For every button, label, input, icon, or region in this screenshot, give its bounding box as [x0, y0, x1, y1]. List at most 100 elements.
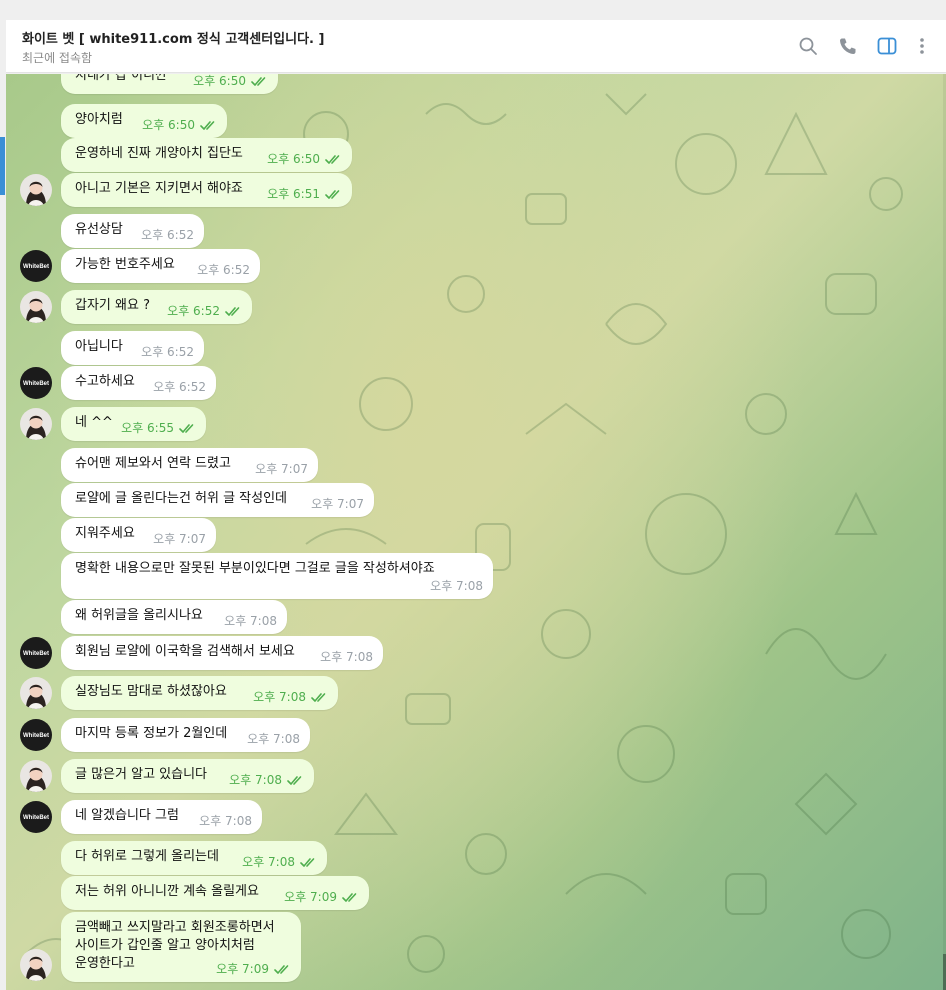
message-time: 오후 7:07 [311, 497, 364, 511]
read-receipt-icon [274, 964, 291, 975]
message-text: 회원님 로얄에 이국학을 검색해서 보세요 [75, 644, 295, 659]
message-bubble[interactable]: 가능한 번호주세요 오후 6:52 [61, 249, 260, 283]
read-receipt-icon [342, 892, 359, 903]
search-icon[interactable] [797, 35, 819, 57]
message-text: 지네가 갑 이니깐 [75, 74, 167, 83]
sidebar-toggle-icon[interactable] [876, 35, 898, 57]
message-time: 오후 6:50 [142, 118, 195, 132]
agent-avatar[interactable]: WhiteBet [20, 719, 52, 751]
message-time: 오후 7:07 [153, 532, 206, 546]
chat-header[interactable]: 화이트 벳 [ white911.com 정식 고객센터입니다. ] 최근에 접… [6, 20, 946, 73]
user-avatar[interactable] [20, 949, 52, 981]
message-text: 다 허위로 그렇게 올리는데 [75, 849, 219, 864]
message-meta: 오후 7:09 [216, 960, 291, 978]
agent-avatar[interactable]: WhiteBet [20, 801, 52, 833]
agent-avatar[interactable]: WhiteBet [20, 367, 52, 399]
message-text: 운영하네 진짜 개양아치 집단도 [75, 146, 243, 161]
message-text: 갑자기 왜요 ? [75, 298, 150, 313]
message-bubble[interactable]: 네 알겠습니다 그럼 오후 7:08 [61, 800, 262, 834]
phone-icon[interactable] [837, 35, 859, 57]
read-receipt-icon [225, 306, 242, 317]
read-receipt-icon [325, 189, 342, 200]
message-meta: 오후 6:51 [267, 185, 342, 203]
message-text: 네 ^^ [75, 415, 113, 430]
user-avatar[interactable] [20, 291, 52, 323]
message-text: 로얄에 글 올린다는건 허위 글 작성인데 [75, 491, 288, 506]
message-bubble[interactable]: 아닙니다 오후 6:52 [61, 331, 204, 365]
read-receipt-icon [200, 120, 217, 131]
message-bubble[interactable]: 로얄에 글 올린다는건 허위 글 작성인데 오후 7:07 [61, 483, 374, 517]
svg-text:WhiteBet: WhiteBet [23, 651, 49, 657]
message-bubble[interactable]: 지워주세요 오후 7:07 [61, 518, 216, 552]
chat-status: 최근에 접속함 [22, 51, 93, 65]
user-avatar[interactable] [20, 760, 52, 792]
message-time: 오후 7:09 [216, 962, 269, 976]
message-meta: 오후 7:07 [255, 460, 308, 478]
message-bubble[interactable]: 회원님 로얄에 이국학을 검색해서 보세요 오후 7:08 [61, 636, 383, 670]
message-bubble[interactable]: 왜 허위글을 올리시나요 오후 7:08 [61, 600, 287, 634]
message-text: 실장님도 맘대로 하셨잖아요 [75, 684, 227, 699]
message-time: 오후 7:08 [224, 614, 277, 628]
user-avatar[interactable] [20, 174, 52, 206]
more-icon[interactable] [911, 35, 933, 57]
chat-title[interactable]: 화이트 벳 [ white911.com 정식 고객센터입니다. ] [22, 28, 324, 47]
message-time: 오후 6:52 [153, 380, 206, 394]
message-text: 아닙니다 [75, 339, 123, 354]
read-receipt-icon [251, 76, 268, 87]
message-list[interactable]: 지네가 갑 이니깐 오후 6:50 양아치럼 오후 6:50 운영하네 진짜 개양아치 … [6, 74, 946, 990]
message-bubble[interactable]: 지네가 갑 이니깐 오후 6:50 [61, 74, 278, 94]
message-meta: 오후 6:50 [142, 116, 217, 134]
message-bubble[interactable]: 수고하세요 오후 6:52 [61, 366, 216, 400]
message-meta: 오후 7:08 [320, 648, 373, 666]
message-meta: 오후 6:50 [193, 74, 268, 90]
svg-text:WhiteBet: WhiteBet [23, 733, 49, 739]
message-text: 아니고 기본은 지키면서 해야죠 [75, 181, 243, 196]
message-bubble[interactable]: 저는 허위 아니니깐 계속 올릴게요 오후 7:09 [61, 876, 369, 910]
read-receipt-icon [179, 423, 196, 434]
user-avatar[interactable] [20, 408, 52, 440]
message-time: 오후 7:07 [255, 462, 308, 476]
message-time: 오후 6:52 [141, 228, 194, 242]
message-text: 슈어맨 제보와서 연락 드렸고 [75, 456, 231, 471]
message-time: 오후 6:55 [121, 421, 174, 435]
message-bubble[interactable]: 마지막 등록 정보가 2월인데 오후 7:08 [61, 718, 310, 752]
message-text: 글 많은거 알고 있습니다 [75, 767, 207, 782]
message-text: 네 알겠습니다 그럼 [75, 808, 179, 823]
message-meta: 오후 7:08 [224, 612, 277, 630]
window-top-strip [0, 0, 946, 20]
message-bubble[interactable]: 명확한 내용으로만 잘못된 부분이있다면 그걸로 글을 작성하셔야죠 오후 7:0… [61, 553, 493, 599]
user-avatar[interactable] [20, 677, 52, 709]
message-bubble[interactable]: 실장님도 맘대로 하셨잖아요 오후 7:08 [61, 676, 338, 710]
message-text: 마지막 등록 정보가 2월인데 [75, 726, 228, 741]
message-bubble[interactable]: 갑자기 왜요 ? 오후 6:52 [61, 290, 252, 324]
message-bubble[interactable]: 아니고 기본은 지키면서 해야죠 오후 6:51 [61, 173, 352, 207]
message-meta: 오후 6:50 [267, 150, 342, 168]
read-receipt-icon [300, 857, 317, 868]
svg-text:WhiteBet: WhiteBet [23, 815, 49, 821]
message-bubble[interactable]: 슈어맨 제보와서 연락 드렸고 오후 7:07 [61, 448, 318, 482]
message-time: 오후 7:09 [284, 890, 337, 904]
message-bubble[interactable]: 네 ^^ 오후 6:55 [61, 407, 206, 441]
message-time: 오후 7:08 [320, 650, 373, 664]
message-meta: 오후 7:08 [199, 812, 252, 830]
message-meta: 오후 7:08 [247, 730, 300, 748]
active-chat-indicator [0, 137, 5, 195]
message-text: 수고하세요 [75, 374, 135, 389]
message-bubble[interactable]: 다 허위로 그렇게 올리는데 오후 7:08 [61, 841, 327, 875]
agent-avatar[interactable]: WhiteBet [20, 637, 52, 669]
message-bubble[interactable]: 글 많은거 알고 있습니다 오후 7:08 [61, 759, 314, 793]
svg-text:WhiteBet: WhiteBet [23, 381, 49, 387]
agent-avatar[interactable]: WhiteBet [20, 250, 52, 282]
message-meta: 오후 7:08 [229, 771, 304, 789]
message-meta: 오후 7:08 [430, 577, 483, 595]
message-time: 오후 6:50 [267, 152, 320, 166]
read-receipt-icon [325, 154, 342, 165]
message-meta: 오후 7:07 [311, 495, 364, 513]
message-bubble[interactable]: 유선상담 오후 6:52 [61, 214, 204, 248]
message-bubble[interactable]: 운영하네 진짜 개양아치 집단도 오후 6:50 [61, 138, 352, 172]
message-time: 오후 7:08 [242, 855, 295, 869]
message-time: 오후 7:08 [229, 773, 282, 787]
message-bubble[interactable]: 양아치럼 오후 6:50 [61, 104, 227, 138]
message-text: 양아치럼 [75, 112, 123, 127]
message-bubble[interactable]: 금액빼고 쓰지말라고 회원조롱하면서 사이트가 갑인줄 알고 양아치처럼 운영한… [61, 912, 301, 982]
